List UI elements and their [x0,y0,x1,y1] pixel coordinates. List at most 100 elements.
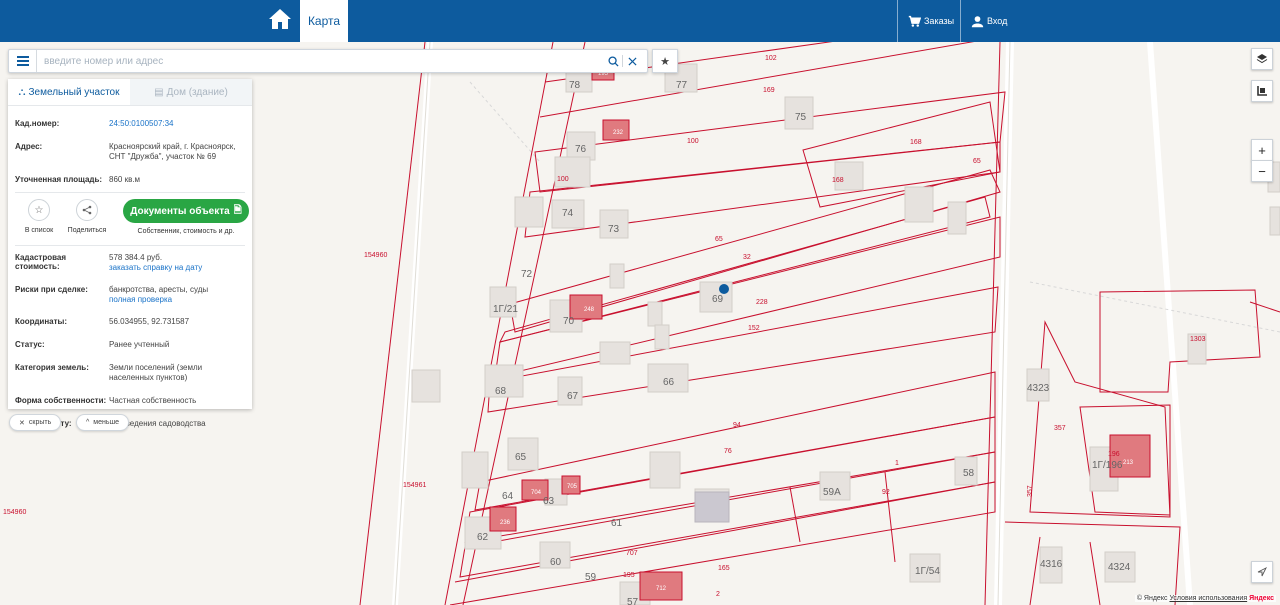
svg-text:168: 168 [832,177,844,184]
svg-text:1Г/21: 1Г/21 [493,304,518,315]
svg-text:1: 1 [895,460,899,467]
coordinates-value: 56.034955, 92.731587 [109,317,190,326]
risks-value: банкротства, аресты, суды [109,285,209,294]
terms-link[interactable]: Условия использования [1169,595,1247,602]
tab-land-plot[interactable]: ⛬ Земельный участок [8,79,130,105]
close-icon: ✕ [19,419,25,427]
login-label: Вход [987,16,1008,26]
favorites-star-icon[interactable]: ★ [652,49,678,73]
search-bar [8,49,648,73]
layers-button[interactable] [1251,48,1273,70]
svg-text:73: 73 [608,224,620,235]
svg-text:78: 78 [569,80,581,91]
tab-map[interactable]: Карта [300,0,348,42]
svg-text:72: 72 [521,269,533,280]
svg-text:94: 94 [733,422,741,429]
svg-text:195: 195 [623,572,635,579]
share-button[interactable]: Поделиться [63,199,111,234]
svg-text:92: 92 [882,489,890,496]
ruler-icon [1257,86,1267,96]
svg-text:169: 169 [763,87,775,94]
layers-icon [1256,54,1268,64]
order-certificate-link[interactable]: заказать справку на дату [109,263,245,273]
address-label: Адрес: [15,142,43,151]
geolocation-button[interactable] [1251,561,1273,583]
yandex-logo[interactable]: Яндекс [1249,595,1274,602]
land-category-value: Земли поселений (земли населенных пункто… [109,363,203,382]
orders-button[interactable]: Заказы [897,0,959,42]
top-navigation-bar: Карта Заказы Вход [0,0,1280,42]
zoom-out-button[interactable]: − [1251,160,1273,182]
star-outline-icon: ☆ [28,199,50,221]
add-to-list-button[interactable]: ☆ В список [15,199,63,234]
svg-text:1303: 1303 [1190,336,1206,343]
buildings [411,63,1280,605]
svg-text:63: 63 [543,496,555,507]
svg-text:2: 2 [716,591,720,598]
svg-text:707: 707 [626,550,638,557]
svg-text:62: 62 [477,532,489,543]
svg-text:236: 236 [500,520,511,526]
svg-text:228: 228 [756,299,768,306]
chevron-up-icon: ^ [86,419,90,426]
object-info-panel: ⛬ Земельный участок ▤ Дом (здание) Кад.н… [8,79,252,428]
svg-text:77: 77 [676,80,688,91]
ownership-form-label: Форма собственности: [15,396,107,405]
less-label: меньше [93,419,120,426]
cadastral-number-value[interactable]: 24:50:0100507:34 [109,119,245,129]
cadastral-value: 578 384.4 руб. [109,253,163,262]
svg-text:196: 196 [1108,451,1120,458]
svg-text:64: 64 [502,491,514,502]
svg-text:74: 74 [562,208,574,219]
status-value: Ранее учтенный [109,340,170,349]
svg-text:57: 57 [627,597,639,605]
location-arrow-icon [1257,567,1267,577]
svg-text:67: 67 [567,391,579,402]
tab-land-plot-label: Земельный участок [28,86,120,98]
svg-text:61: 61 [611,518,623,529]
svg-text:1Г/196: 1Г/196 [1092,460,1123,471]
building-icon: ▤ [154,86,164,98]
clear-icon[interactable] [623,52,641,70]
document-usage-value: Для ведения садоводства [109,419,206,428]
cart-icon [908,15,921,27]
full-check-link[interactable]: полная проверка [109,295,245,305]
collapse-panel-button[interactable]: ^ меньше [76,414,130,431]
svg-text:76: 76 [724,448,732,455]
search-input[interactable] [37,50,604,72]
land-plot-icon: ⛬ [18,86,26,98]
svg-text:704: 704 [531,490,542,496]
svg-text:248: 248 [584,307,595,313]
svg-text:68: 68 [495,386,507,397]
copyright-text: © Яндекс [1136,595,1168,602]
svg-text:69: 69 [712,294,724,305]
measure-button[interactable] [1251,80,1273,102]
tab-building[interactable]: ▤ Дом (здание) [130,79,252,105]
login-button[interactable]: Вход [960,0,1020,42]
svg-text:59: 59 [585,572,597,583]
svg-text:70: 70 [563,316,575,327]
user-icon [971,15,984,27]
home-icon[interactable] [268,8,294,32]
map-attribution: © Яндекс Условия использования Яндекс [1134,595,1276,602]
coordinates-label: Координаты: [15,317,68,326]
zoom-in-button[interactable]: + [1251,139,1273,161]
hide-panel-button[interactable]: ✕ скрыть [9,414,62,431]
svg-text:66: 66 [663,377,675,388]
documents-button[interactable]: Документы объекта 🗎 [123,199,249,223]
svg-text:4316: 4316 [1040,559,1063,570]
land-category-label: Категория земель: [15,363,89,372]
svg-text:65: 65 [973,158,981,165]
area-label: Уточненная площадь: [15,175,103,184]
area-value: 860 кв.м [109,175,141,184]
risks-label: Риски при сделке: [15,285,88,294]
svg-text:712: 712 [656,586,667,592]
menu-icon[interactable] [9,50,37,72]
svg-text:232: 232 [613,130,624,136]
svg-text:213: 213 [1123,460,1134,466]
search-icon[interactable] [604,52,622,70]
svg-text:705: 705 [567,484,578,490]
cadastral-number-label: Кад.номер: [15,119,60,128]
svg-text:4324: 4324 [1108,562,1131,573]
svg-text:76: 76 [575,144,587,155]
